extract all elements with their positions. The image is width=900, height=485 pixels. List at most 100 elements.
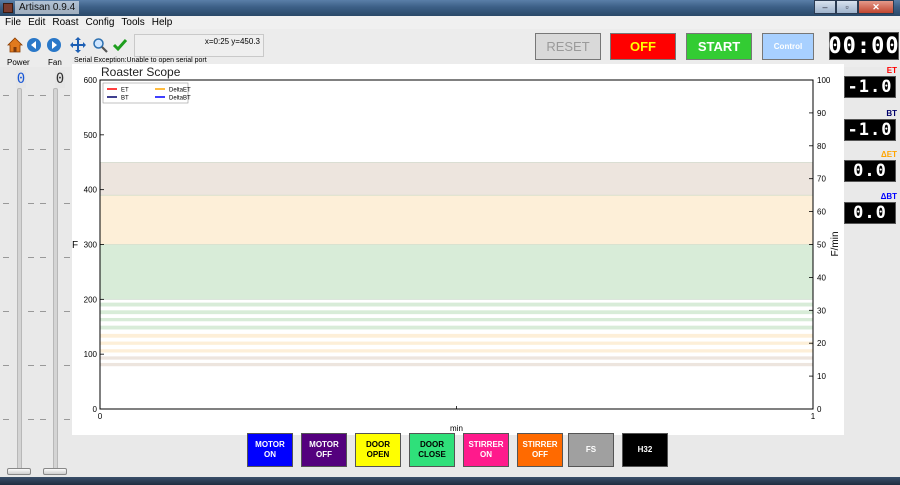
y-right-tick-label: 50 [817,241,826,250]
window-title: Artisan 0.9.4 [15,1,80,14]
zoom-icon[interactable] [92,37,108,53]
pan-icon[interactable] [70,37,86,53]
event-button-door-close[interactable]: DOOR CLOSE [409,433,455,467]
off-button[interactable]: OFF [610,33,676,60]
event-button-line2: OPEN [366,450,390,459]
event-button-line1: H32 [637,445,653,454]
menu-edit[interactable]: Edit [26,16,50,29]
bt-display: -1.0 [844,119,896,141]
menu-bar: File Edit Roast Config Tools Help [0,16,900,29]
delta-bt-label: ΔBT [880,192,897,201]
power-label: Power [7,58,30,67]
y-right-tick-label: 20 [817,339,826,348]
event-button-h32[interactable]: H32 [622,433,668,467]
taskbar [0,477,900,485]
delta-et-label: ΔET [881,150,897,159]
fan-slider-handle[interactable] [43,468,67,475]
delta-et-display: 0.0 [844,160,896,182]
event-button-motor-on[interactable]: MOTOR ON [247,433,293,467]
phase-band [100,162,813,196]
y-tick-label: 500 [84,131,98,140]
et-label: ET [886,66,897,75]
bt-label: BT [886,109,897,118]
phase-band [100,195,813,245]
event-button-door-open[interactable]: DOOR OPEN [355,433,401,467]
legend-label: BT [121,96,129,102]
menu-file[interactable]: File [3,16,26,29]
menu-config[interactable]: Config [83,16,119,29]
chart-title: Roaster Scope [101,65,181,79]
event-button-line2: OFF [316,450,332,459]
home-icon[interactable] [7,37,23,53]
et-display: -1.0 [844,76,896,98]
power-ticks-right [28,95,38,445]
event-button-line1: DOOR [420,440,444,449]
y-right-tick-label: 70 [817,175,826,184]
event-button-line2: OFF [532,450,548,459]
event-button-line1: MOTOR [309,440,339,449]
check-icon[interactable] [112,37,128,53]
back-icon[interactable] [26,37,42,53]
phase-stripe [100,356,813,360]
event-button-fs[interactable]: FS [568,433,614,467]
y-right-axis-label: F/min [830,232,841,257]
phase-stripe [100,333,813,338]
control-button[interactable]: Control [762,33,814,60]
x-axis-label: min [450,424,463,433]
event-button-line2: ON [480,450,492,459]
fan-slider-track[interactable] [53,88,58,472]
reset-button[interactable]: RESET [535,33,601,60]
menu-roast[interactable]: Roast [50,16,83,29]
x-tick-label: 1 [811,412,816,421]
y-axis-label: F [72,240,78,251]
event-button-line1: STIRRER [522,440,558,449]
app-icon [3,3,13,13]
power-slider-track[interactable] [17,88,22,472]
phase-stripe [100,341,813,345]
y-right-tick-label: 30 [817,306,826,315]
phase-stripe [100,310,813,315]
y-right-tick-label: 100 [817,76,831,85]
menu-tools[interactable]: Tools [119,16,149,29]
y-tick-label: 300 [84,241,98,250]
serial-error-message: Serial Exception:Unable to open serial p… [74,57,207,64]
event-button-line2: ON [264,450,276,459]
event-button-stirrer-off[interactable]: STIRRER OFF [517,433,563,467]
phase-stripe [100,325,813,330]
close-button[interactable]: ✕ [858,0,894,14]
phase-stripe [100,317,813,322]
power-value: 0 [16,70,26,88]
y-tick-label: 200 [84,295,98,304]
fan-value: 0 [55,70,65,88]
maximize-button[interactable]: ▫ [836,0,858,14]
y-right-tick-label: 10 [817,372,826,381]
coordinate-readout: x=0:25 y=450.3 [134,34,264,57]
minimize-button[interactable]: – [814,0,836,14]
y-right-tick-label: 80 [817,142,826,151]
legend-label: DeltaBT [169,96,191,102]
power-slider-handle[interactable] [7,468,31,475]
chart-canvas: 0 100 200 300 400 500 600 0 10 20 30 40 50 60 70 80 90 10… [72,65,841,433]
event-button-line2: CLOSE [418,450,446,459]
power-ticks-left [3,95,13,445]
phase-stripe [100,302,813,307]
y-right-tick-label: 90 [817,109,826,118]
forward-icon[interactable] [46,37,62,53]
y-right-tick-label: 60 [817,208,826,217]
window-controls: – ▫ ✕ [814,0,894,14]
event-button-motor-off[interactable]: MOTOR OFF [301,433,347,467]
phase-stripe [100,349,813,353]
phase-stripe [100,362,813,367]
title-bar: Artisan 0.9.4 – ▫ ✕ [0,0,900,16]
menu-help[interactable]: Help [150,16,178,29]
y-tick-label: 600 [84,76,98,85]
event-button-line1: DOOR [366,440,390,449]
roaster-chart[interactable]: 0 100 200 300 400 500 600 0 10 20 30 40 50 60 70 80 90 10… [72,64,844,435]
start-button[interactable]: START [686,33,752,60]
y-right-tick-label: 0 [817,405,822,414]
y-tick-label: 100 [84,350,98,359]
delta-bt-display: 0.0 [844,202,896,224]
y-right-tick-label: 40 [817,273,826,282]
y-tick-label: 400 [84,186,98,195]
event-button-stirrer-on[interactable]: STIRRER ON [463,433,509,467]
